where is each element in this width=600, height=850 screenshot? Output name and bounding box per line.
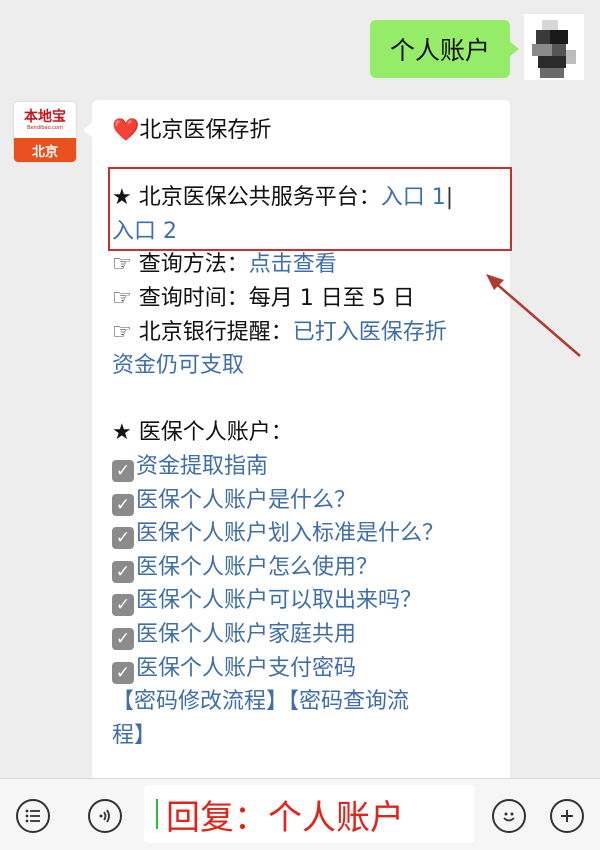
plus-icon[interactable]: [550, 799, 584, 833]
checkbox-icon: ✓: [112, 627, 134, 650]
bank-reminder-link-cont[interactable]: 资金仍可支取: [112, 353, 244, 378]
voice-icon[interactable]: [88, 799, 122, 833]
list-item[interactable]: ✓ 资金提取指南: [112, 450, 496, 484]
user-avatar[interactable]: [524, 14, 584, 80]
list-item[interactable]: ✓ 医保个人账户划入标准是什么？: [112, 517, 496, 551]
checkbox-icon: ✓: [112, 594, 134, 617]
menu-icon[interactable]: [16, 799, 50, 833]
avatar-city-label: 北京: [31, 144, 58, 160]
emoji-icon[interactable]: [492, 799, 526, 833]
reply-instruction: 回复：个人账户: [166, 797, 404, 838]
checkbox-icon: ✓: [112, 459, 134, 482]
highlight-box: [108, 167, 512, 251]
list-item[interactable]: ✓ 医保个人账户怎么使用？: [112, 551, 496, 585]
query-method-link[interactable]: 点击查看: [249, 252, 337, 277]
sent-message-bubble[interactable]: 个人账户: [370, 20, 519, 78]
query-method-label: ☞ 查询方法：: [112, 252, 249, 278]
list-item[interactable]: ✓ 医保个人账户可以取出来吗？: [112, 584, 496, 618]
query-time-label: ☞ 查询时间：: [112, 285, 249, 311]
logo-subtext: Bendibao.com: [27, 124, 63, 131]
bank-reminder-link[interactable]: 已打入医保存折: [293, 320, 447, 345]
annotation-arrow-icon: [486, 274, 581, 357]
message-title: 北京医保存折: [139, 118, 272, 143]
list-item[interactable]: ✓ 医保个人账户是什么？: [112, 484, 496, 518]
logo-text: 本地宝: [24, 108, 66, 125]
official-account-avatar[interactable]: 本地宝 Bendibao.com 北京: [14, 102, 76, 162]
heart-icon: ❤️: [112, 118, 140, 143]
chat-input-bar: 回复：个人账户: [0, 778, 600, 850]
checkbox-icon: ✓: [112, 493, 134, 516]
list-item[interactable]: ✓ 医保个人账户家庭共用: [112, 618, 496, 652]
password-links-cont[interactable]: 程】: [112, 723, 156, 748]
message-input[interactable]: 回复：个人账户: [144, 785, 474, 843]
text-cursor: [156, 799, 158, 829]
checkbox-icon: ✓: [112, 661, 134, 684]
list-item[interactable]: ✓ 医保个人账户支付密码: [112, 652, 496, 686]
bank-reminder-line: ☞ 北京银行提醒：已打入医保存折: [112, 316, 496, 350]
bank-reminder-label: ☞ 北京银行提醒：: [112, 319, 293, 345]
message-title-line: ❤️北京医保存折: [112, 114, 496, 148]
checkbox-icon: ✓: [112, 560, 134, 583]
query-time-line: ☞ 查询时间：每月 1 日至 5 日: [112, 282, 496, 316]
account-section-header: ★ 医保个人账户：: [112, 420, 293, 446]
query-method-line: ☞ 查询方法：点击查看: [112, 248, 496, 282]
password-links[interactable]: 【密码修改流程】【密码查询流: [112, 689, 409, 714]
sent-message-text: 个人账户: [389, 36, 490, 65]
checkbox-icon: ✓: [112, 527, 134, 550]
query-time-value: 每月 1 日至 5 日: [248, 285, 415, 311]
